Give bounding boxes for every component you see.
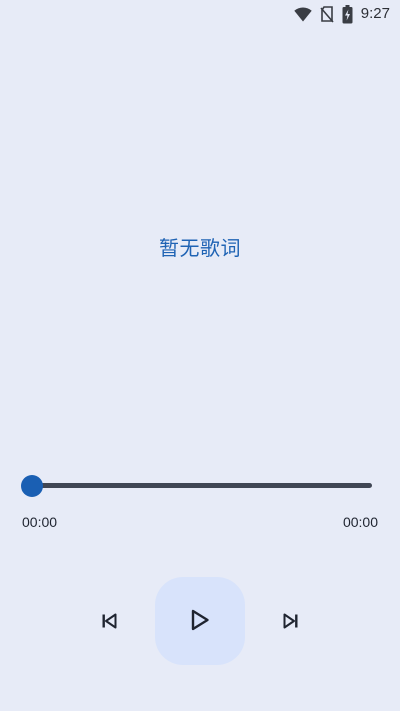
wifi-icon — [294, 7, 312, 22]
play-icon — [190, 609, 210, 634]
previous-button[interactable] — [94, 607, 124, 637]
play-button[interactable] — [155, 577, 245, 665]
status-time: 9:27 — [360, 5, 390, 22]
status-bar: 9:27 — [0, 0, 400, 28]
next-button[interactable] — [276, 607, 306, 637]
lyrics-text: 暂无歌词 — [159, 236, 241, 260]
skip-previous-icon — [101, 613, 117, 632]
progress-slider[interactable] — [20, 472, 380, 500]
battery-charging-icon — [342, 4, 353, 24]
skip-next-icon — [283, 613, 299, 632]
elapsed-time: 00:00 — [22, 514, 58, 530]
playback-controls — [0, 577, 400, 667]
total-time: 00:00 — [342, 514, 378, 530]
progress-track[interactable] — [32, 483, 372, 488]
progress-thumb[interactable] — [21, 475, 43, 497]
status-icons: 9:27 — [294, 4, 390, 24]
no-sim-icon — [320, 5, 334, 23]
